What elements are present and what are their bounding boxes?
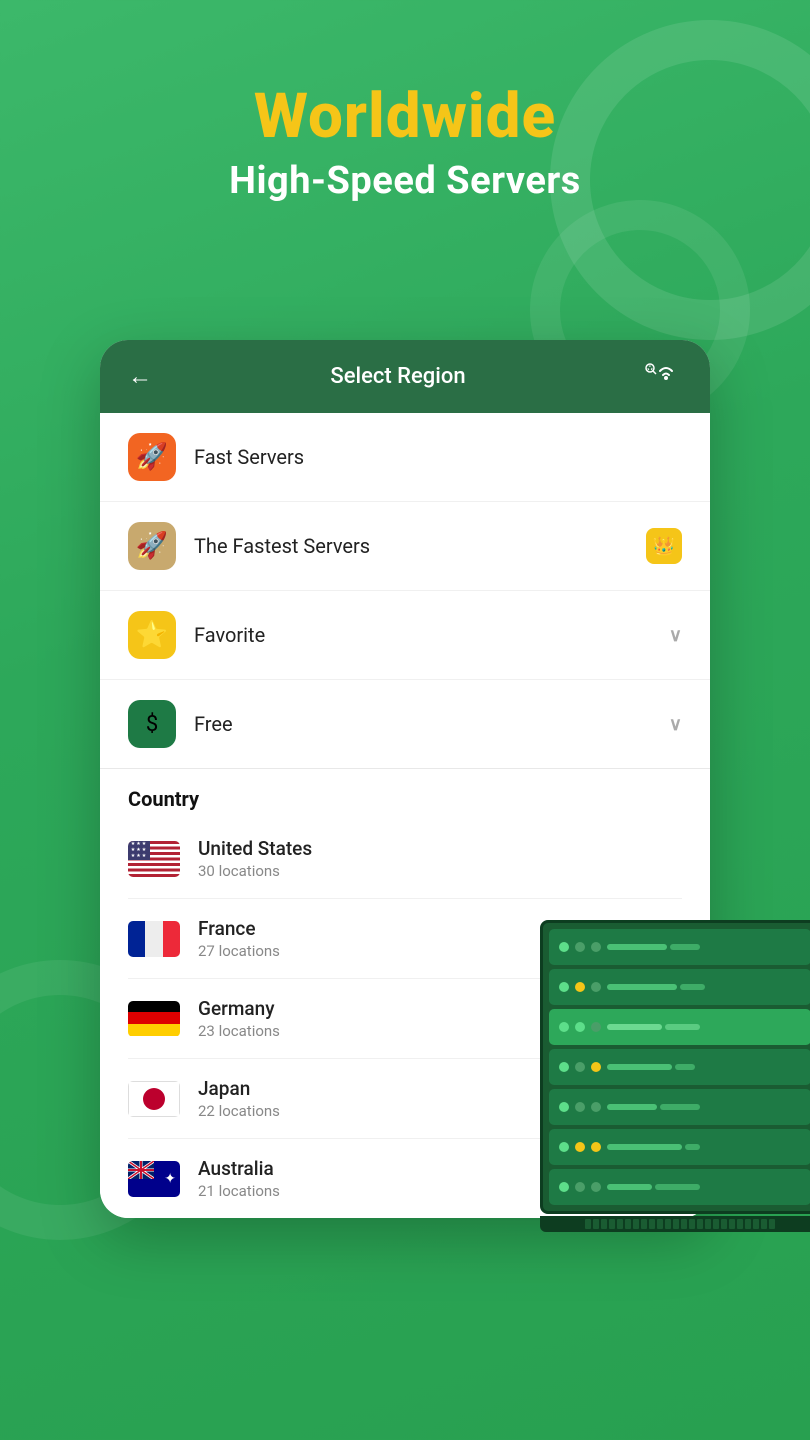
server-unit-1	[549, 929, 810, 965]
wifi-search-icon[interactable]	[644, 363, 682, 391]
server-unit-6	[549, 1129, 810, 1165]
us-locations: 30 locations	[198, 862, 682, 880]
server-rack-teeth	[585, 1219, 775, 1229]
flag-jp	[128, 1081, 180, 1117]
country-item-us[interactable]: ★★★★★★★★★ United States 30 locations	[128, 819, 682, 899]
free-icon: $	[128, 700, 176, 748]
crown-icon: 👑	[646, 528, 682, 564]
favorite-chevron: ∨	[669, 625, 682, 646]
select-region-title: Select Region	[330, 364, 465, 389]
server-unit-5	[549, 1089, 810, 1125]
flag-de	[128, 1001, 180, 1037]
favorite-right: ∨	[669, 625, 682, 646]
server-unit-2	[549, 969, 810, 1005]
card-header: ← Select Region	[100, 340, 710, 413]
flag-fr	[128, 921, 180, 957]
menu-list: 🚀 Fast Servers 🚀 The Fastest Servers 👑 ⭐…	[100, 413, 710, 769]
title-worldwide: Worldwide	[0, 80, 810, 153]
flag-us: ★★★★★★★★★	[128, 841, 180, 877]
free-right: ∨	[669, 714, 682, 735]
fastest-servers-icon: 🚀	[128, 522, 176, 570]
us-info: United States 30 locations	[198, 837, 682, 880]
flag-au: ✦	[128, 1161, 180, 1197]
favorite-label: Favorite	[194, 623, 669, 647]
server-rack-frame	[540, 920, 810, 1214]
menu-item-free[interactable]: $ Free ∨	[100, 680, 710, 769]
title-subtitle: High-Speed Servers	[0, 159, 810, 203]
server-unit-7	[549, 1169, 810, 1205]
country-heading: Country	[128, 787, 682, 811]
header-section: Worldwide High-Speed Servers	[0, 0, 810, 243]
us-name: United States	[198, 837, 682, 860]
fastest-servers-label: The Fastest Servers	[194, 534, 646, 558]
server-unit-4	[549, 1049, 810, 1085]
server-rack-base	[540, 1216, 810, 1232]
menu-item-fast-servers[interactable]: 🚀 Fast Servers	[100, 413, 710, 502]
flag-au-container: ✦	[128, 1161, 180, 1197]
back-button[interactable]: ←	[128, 362, 152, 391]
fast-servers-icon: 🚀	[128, 433, 176, 481]
flag-jp-container	[128, 1081, 180, 1117]
menu-item-fastest-servers[interactable]: 🚀 The Fastest Servers 👑	[100, 502, 710, 591]
server-unit-3	[549, 1009, 810, 1045]
fastest-servers-right: 👑	[646, 528, 682, 564]
fast-servers-label: Fast Servers	[194, 445, 682, 469]
favorite-icon: ⭐	[128, 611, 176, 659]
free-chevron: ∨	[669, 714, 682, 735]
menu-item-favorite[interactable]: ⭐ Favorite ∨	[100, 591, 710, 680]
flag-de-container	[128, 1001, 180, 1037]
server-rack-illustration	[540, 920, 810, 1232]
flag-fr-container	[128, 921, 180, 957]
free-label: Free	[194, 712, 669, 736]
flag-us-container: ★★★★★★★★★	[128, 841, 180, 877]
